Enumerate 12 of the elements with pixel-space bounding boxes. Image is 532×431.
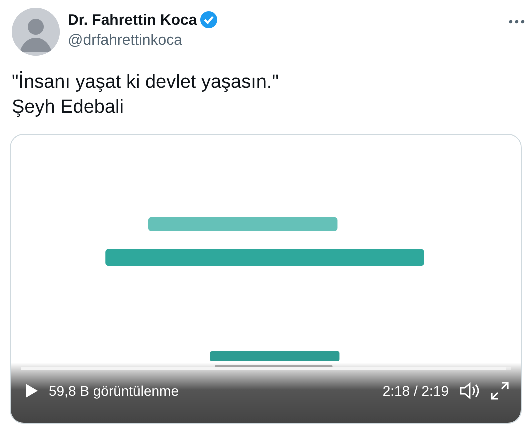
author-name[interactable]: Dr. Fahrettin Koca <box>68 12 198 28</box>
volume-icon[interactable] <box>459 382 481 400</box>
video-time: 2:18 / 2:19 <box>382 383 449 399</box>
author-handle[interactable]: @drfahrettinkoca <box>68 32 501 49</box>
tweet-text: "İnsanı yaşat ki devlet yaşasın." <box>12 70 280 95</box>
view-count: 59,8 B görüntülenme <box>49 383 180 399</box>
play-icon[interactable] <box>25 383 39 399</box>
tweet-text: Şeyh Edebali <box>12 96 125 120</box>
fullscreen-icon[interactable] <box>491 382 509 400</box>
video-player[interactable]: 59,8 B görüntülenme 2:18 / 2:19 <box>10 134 522 424</box>
avatar[interactable] <box>12 8 60 56</box>
more-options-icon[interactable] <box>509 20 525 24</box>
